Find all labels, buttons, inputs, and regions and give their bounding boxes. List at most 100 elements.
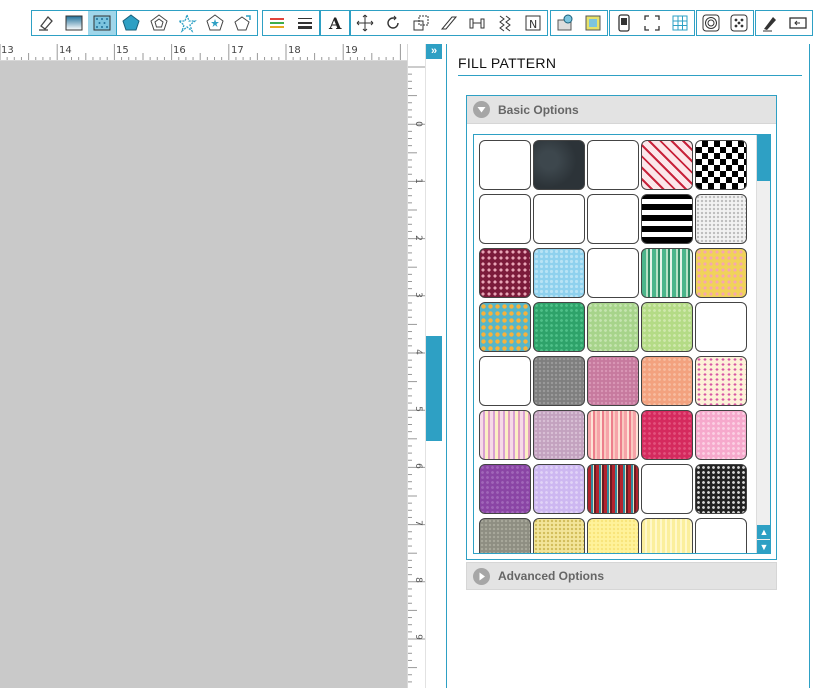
pattern-swatch-pale-green-dots[interactable] (641, 302, 693, 352)
pattern-swatch-orange-argyle[interactable] (641, 464, 693, 514)
vertical-ruler-ticks (408, 66, 425, 683)
pattern-swatch-purple-dots[interactable] (479, 464, 531, 514)
page-setup-button[interactable] (551, 11, 579, 35)
star-outline-button[interactable] (173, 11, 201, 35)
design-canvas[interactable] (0, 61, 407, 688)
scrollbar-thumb[interactable] (757, 135, 770, 181)
scale-button[interactable] (407, 11, 435, 35)
pentagon-edit-button[interactable] (229, 11, 257, 35)
replicate-icon (499, 15, 511, 32)
nested-pentagon-button[interactable] (145, 11, 173, 35)
pattern-swatch-pink-dotted-rows[interactable] (695, 356, 747, 406)
pattern-swatch-purple-collage[interactable] (479, 194, 531, 244)
fullscreen-button[interactable] (638, 11, 666, 35)
ruler-number: 9 (412, 634, 423, 640)
pattern-swatch-dark-red-dots[interactable] (479, 248, 531, 298)
basic-options-label: Basic Options (498, 102, 579, 117)
eraser-button[interactable] (32, 11, 60, 35)
scroll-down-button[interactable]: ▼ (757, 540, 770, 553)
replicate-button[interactable] (491, 11, 519, 35)
nest-icon: N (525, 15, 541, 31)
pattern-swatch-yellow-dots[interactable] (695, 248, 747, 298)
pattern-swatch-pastel-stripes[interactable] (479, 410, 531, 460)
pattern-swatch-dark-leather[interactable] (533, 140, 585, 190)
pattern-swatch-black-diamonds[interactable] (533, 194, 585, 244)
pattern-swatch-peach-dots[interactable] (641, 356, 693, 406)
pattern-swatch-blue-diamonds[interactable] (587, 194, 639, 244)
pattern-swatch-pink-argyle[interactable] (695, 302, 747, 352)
pattern-swatch-confetti[interactable] (695, 518, 747, 553)
align-button[interactable] (463, 11, 491, 35)
pattern-swatch-red-texture[interactable] (587, 140, 639, 190)
ruler-number: 2 (412, 235, 423, 241)
toolbar-group-view (609, 10, 695, 36)
pattern-swatch-checkerboard[interactable] (695, 140, 747, 190)
pattern-swatch-gray-texture[interactable] (533, 356, 585, 406)
nest-button[interactable]: N (519, 11, 547, 35)
pattern-swatch-yellow-texture[interactable] (587, 518, 639, 553)
cutting-mat-button[interactable] (579, 11, 607, 35)
ruler-number: 17 (231, 45, 244, 56)
shear-button[interactable] (435, 11, 463, 35)
ruler-number: 4 (412, 349, 423, 355)
scroll-up-button[interactable]: ▲ (757, 525, 770, 539)
pattern-fill-button[interactable] (88, 11, 116, 35)
pattern-swatch-pale-yellow-dots[interactable] (533, 518, 585, 553)
pattern-swatch-red-teal-stripes[interactable] (587, 464, 639, 514)
pattern-swatch-light-green-dots[interactable] (587, 302, 639, 352)
send-to-cutter-button[interactable] (784, 11, 812, 35)
pattern-swatch-mauve-texture[interactable] (587, 356, 639, 406)
trace-icon (702, 14, 720, 32)
pattern-swatch-lilac-texture[interactable] (533, 410, 585, 460)
dots-button[interactable] (725, 11, 753, 35)
line-style-button[interactable] (291, 11, 319, 35)
line-color-button[interactable] (263, 11, 291, 35)
pattern-swatch-teal-multi-dots[interactable] (479, 302, 531, 352)
pattern-swatch-olive-gray-texture[interactable] (479, 518, 531, 553)
star-outline-icon (177, 13, 197, 33)
rotate-button[interactable] (379, 11, 407, 35)
pattern-swatch-green-dots[interactable] (533, 302, 585, 352)
scale-icon (413, 15, 429, 31)
pattern-swatch-light-blue-dots[interactable] (533, 248, 585, 298)
pattern-swatch-magenta-dots[interactable] (641, 410, 693, 460)
svg-text:A: A (328, 14, 342, 33)
pattern-swatch-black-dots[interactable] (695, 464, 747, 514)
pattern-swatch-pink-dots[interactable] (695, 410, 747, 460)
pattern-swatch-pale-yellow-stripes[interactable] (641, 518, 693, 553)
trace-button[interactable] (697, 11, 725, 35)
pattern-swatch-red-arrows[interactable] (641, 140, 693, 190)
device-button[interactable] (610, 11, 638, 35)
horizontal-ruler: 13 14 15 16 17 18 19 (0, 44, 407, 61)
move-button[interactable] (351, 11, 379, 35)
ruler-number: 8 (412, 577, 423, 583)
knife-button[interactable] (756, 11, 784, 35)
star-pentagon-button[interactable] (201, 11, 229, 35)
ruler-number: 0 (412, 121, 423, 127)
eraser-icon (39, 16, 53, 31)
pattern-swatch-yellow-argyle[interactable] (479, 356, 531, 406)
pattern-swatch-black-stripes[interactable] (641, 194, 693, 244)
pattern-swatch-light-gray-dots[interactable] (695, 194, 747, 244)
chevron-down-icon (473, 101, 490, 118)
pattern-swatch-pastel-argyle[interactable] (587, 248, 639, 298)
ruler-number: 6 (412, 463, 423, 469)
pattern-fill-icon (93, 15, 111, 31)
collapse-panel-button[interactable]: » (426, 44, 442, 59)
panel-resize-handle[interactable] (426, 336, 442, 441)
shear-icon (440, 16, 458, 30)
advanced-options-header[interactable]: Advanced Options (466, 562, 777, 590)
grid-button[interactable] (666, 11, 694, 35)
panel-collapse-strip: » (425, 44, 442, 688)
ruler-number: 1 (412, 178, 423, 184)
pattern-scrollbar[interactable]: ▲ ▼ (756, 135, 770, 553)
basic-options-header[interactable]: Basic Options (467, 96, 776, 124)
pentagon-button[interactable] (117, 11, 145, 35)
text-button[interactable]: A (321, 11, 349, 35)
pattern-swatch-green-stripes[interactable] (641, 248, 693, 298)
gradient-fill-button[interactable] (60, 11, 88, 35)
fill-pattern-panel: FILL PATTERN Basic Options ▲ ▼ Advanced … (446, 44, 810, 688)
pattern-swatch-lavender-dots[interactable] (533, 464, 585, 514)
pattern-swatch-pink-stripes[interactable] (587, 410, 639, 460)
pattern-swatch-crosshatch-white[interactable] (479, 140, 531, 190)
